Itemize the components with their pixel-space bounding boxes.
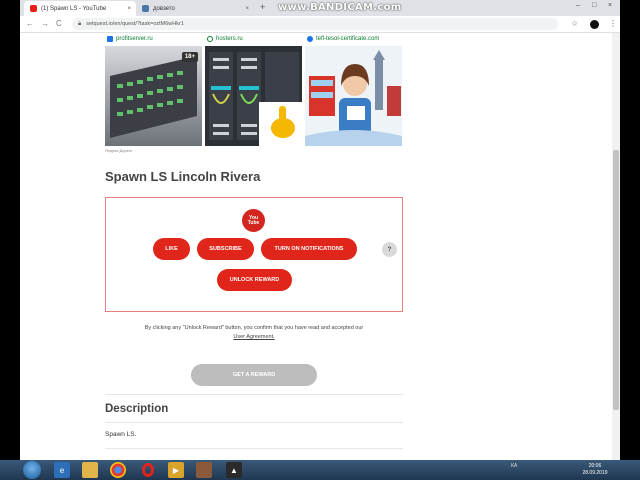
tefl-logo-icon [307, 36, 313, 42]
tab-vk[interactable]: довзето × [136, 1, 254, 16]
youtube-favicon-icon [30, 5, 37, 12]
profitserver-logo-icon [107, 36, 113, 42]
divider [105, 448, 403, 449]
ad-hosters[interactable]: hosters.ru [205, 33, 302, 148]
system-clock[interactable]: 20:06 28.09.2019 [580, 463, 610, 477]
get-reward-button[interactable]: GET A REWARD [191, 364, 317, 386]
close-tab-icon[interactable]: × [245, 6, 249, 12]
internet-explorer-icon[interactable]: e [54, 462, 70, 478]
new-tab-button[interactable]: + [260, 2, 265, 12]
reload-button[interactable]: C [56, 19, 62, 28]
unlock-reward-button[interactable]: UNLOCK REWARD [217, 269, 292, 291]
tab-label: довзето [153, 5, 175, 12]
clock-date: 28.09.2019 [582, 470, 608, 476]
ad-domain: profitserver.ru [116, 36, 153, 42]
lock-icon: 🔒︎ [78, 20, 82, 27]
notifications-button[interactable]: TURN ON NOTIFICATIONS [261, 238, 357, 260]
address-bar[interactable]: 🔒︎ setquest.io/en/quest/?task=oztM6wHkr1 [72, 18, 558, 30]
tab-strip: (1) Spawn LS - YouTube × довзето × + www… [20, 0, 620, 16]
minimize-button[interactable]: – [576, 2, 580, 9]
ad-link[interactable]: tefl-tesol-certificate.com [307, 33, 379, 45]
consent-notice: By clicking any "Unlock Reward" button, … [105, 324, 403, 342]
user-agreement-link[interactable]: User Agreement. [233, 334, 274, 340]
desktop-screen: (1) Spawn LS - YouTube × довзето × + www… [0, 0, 640, 480]
browser-window: (1) Spawn LS - YouTube × довзето × + www… [20, 0, 620, 460]
ad-tefl[interactable]: tefl-tesol-certificate.com [305, 33, 402, 148]
browser-menu-icon[interactable]: ⋮ [609, 19, 617, 28]
media-player-icon[interactable]: ▶ [168, 462, 184, 478]
vk-favicon-icon [142, 5, 149, 12]
bandicam-watermark: www.BANDICAM.com [278, 2, 402, 13]
back-button[interactable]: ← [26, 19, 34, 28]
bookmark-star-icon[interactable]: ☆ [571, 19, 578, 28]
app-icon[interactable]: ▲ [226, 462, 242, 478]
url-text: setquest.io/en/quest/?task=oztM6wHkr1 [86, 21, 184, 27]
divider [105, 422, 403, 423]
start-button[interactable] [23, 461, 41, 479]
clock-time: 20:06 [588, 463, 602, 469]
ad-domain: tefl-tesol-certificate.com [316, 36, 380, 42]
browser-toolbar: ← → C 🔒︎ setquest.io/en/quest/?task=oztM… [20, 16, 620, 33]
ad-block: profitserver.ru 18+ hosters.ru tefl-teso… [105, 33, 402, 148]
ad-domain: hosters.ru [216, 36, 243, 42]
close-tab-icon[interactable]: × [127, 6, 131, 12]
file-explorer-icon[interactable] [82, 462, 98, 478]
server-rack-image: 18+ [105, 46, 202, 146]
taskbar: e ▶ ▲ КА 20:06 28.09.2019 [0, 460, 640, 480]
description-text: Spawn LS. [105, 431, 137, 438]
ad-profitserver[interactable]: profitserver.ru 18+ [105, 33, 202, 148]
youtube-actions-panel: You Tube LIKE SUBSCRIBE TURN ON NOTIFICA… [105, 197, 403, 312]
tab-label: (1) Spawn LS - YouTube [41, 5, 107, 12]
hosters-logo-icon [207, 36, 213, 42]
page-content: profitserver.ru 18+ hosters.ru tefl-teso… [20, 33, 620, 460]
consent-text: By clicking any "Unlock Reward" button, … [144, 325, 364, 331]
youtube-logo-icon: You Tube [242, 209, 265, 232]
language-indicator[interactable]: КА [511, 463, 517, 469]
like-button[interactable]: LIKE [153, 238, 190, 260]
maximize-button[interactable]: □ [592, 2, 596, 9]
scrollbar-thumb[interactable] [613, 150, 619, 410]
age-badge: 18+ [181, 52, 198, 62]
chrome-icon[interactable] [110, 462, 126, 478]
close-window-button[interactable]: × [608, 2, 612, 9]
help-button[interactable]: ? [382, 242, 397, 257]
ad-link[interactable]: profitserver.ru [107, 33, 153, 45]
london-student-image [305, 46, 402, 146]
tab-youtube[interactable]: (1) Spawn LS - YouTube × [24, 1, 136, 16]
forward-button[interactable]: → [41, 19, 49, 28]
opera-icon[interactable] [140, 462, 156, 478]
page-title: Spawn LS Lincoln Rivera [105, 169, 261, 184]
ad-link[interactable]: hosters.ru [207, 33, 243, 45]
profile-avatar[interactable] [590, 20, 599, 29]
photo-app-icon[interactable] [196, 462, 212, 478]
subscribe-button[interactable]: SUBSCRIBE [197, 238, 254, 260]
server-thumbsup-image [205, 46, 302, 146]
youtube-logo-text: Tube [247, 219, 260, 226]
description-heading: Description [105, 403, 169, 415]
divider [105, 394, 403, 395]
ad-provider-label: Яндекс.Директ [105, 148, 133, 153]
